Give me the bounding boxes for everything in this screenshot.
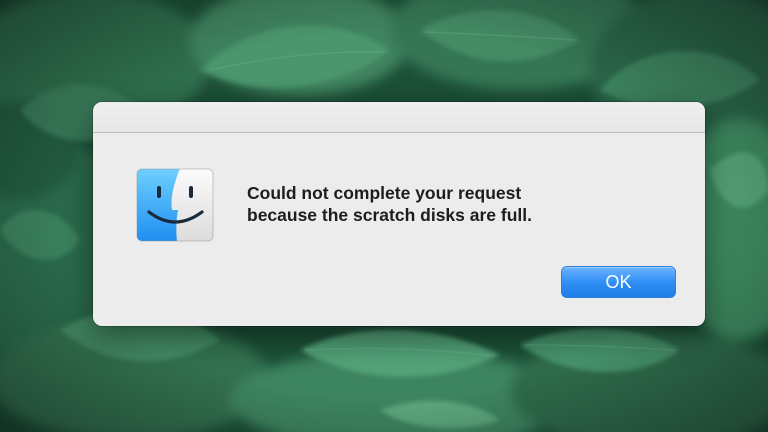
dialog-titlebar[interactable] bbox=[93, 102, 705, 133]
ok-button[interactable]: OK bbox=[561, 266, 676, 298]
alert-dialog: Could not complete your request because … bbox=[93, 102, 705, 326]
alert-message-line-1: Could not complete your request bbox=[247, 183, 522, 203]
alert-message: Could not complete your request because … bbox=[247, 182, 667, 226]
alert-message-line-2: because the scratch disks are full. bbox=[247, 205, 532, 225]
desktop: Could not complete your request because … bbox=[0, 0, 768, 432]
finder-icon bbox=[136, 168, 214, 242]
